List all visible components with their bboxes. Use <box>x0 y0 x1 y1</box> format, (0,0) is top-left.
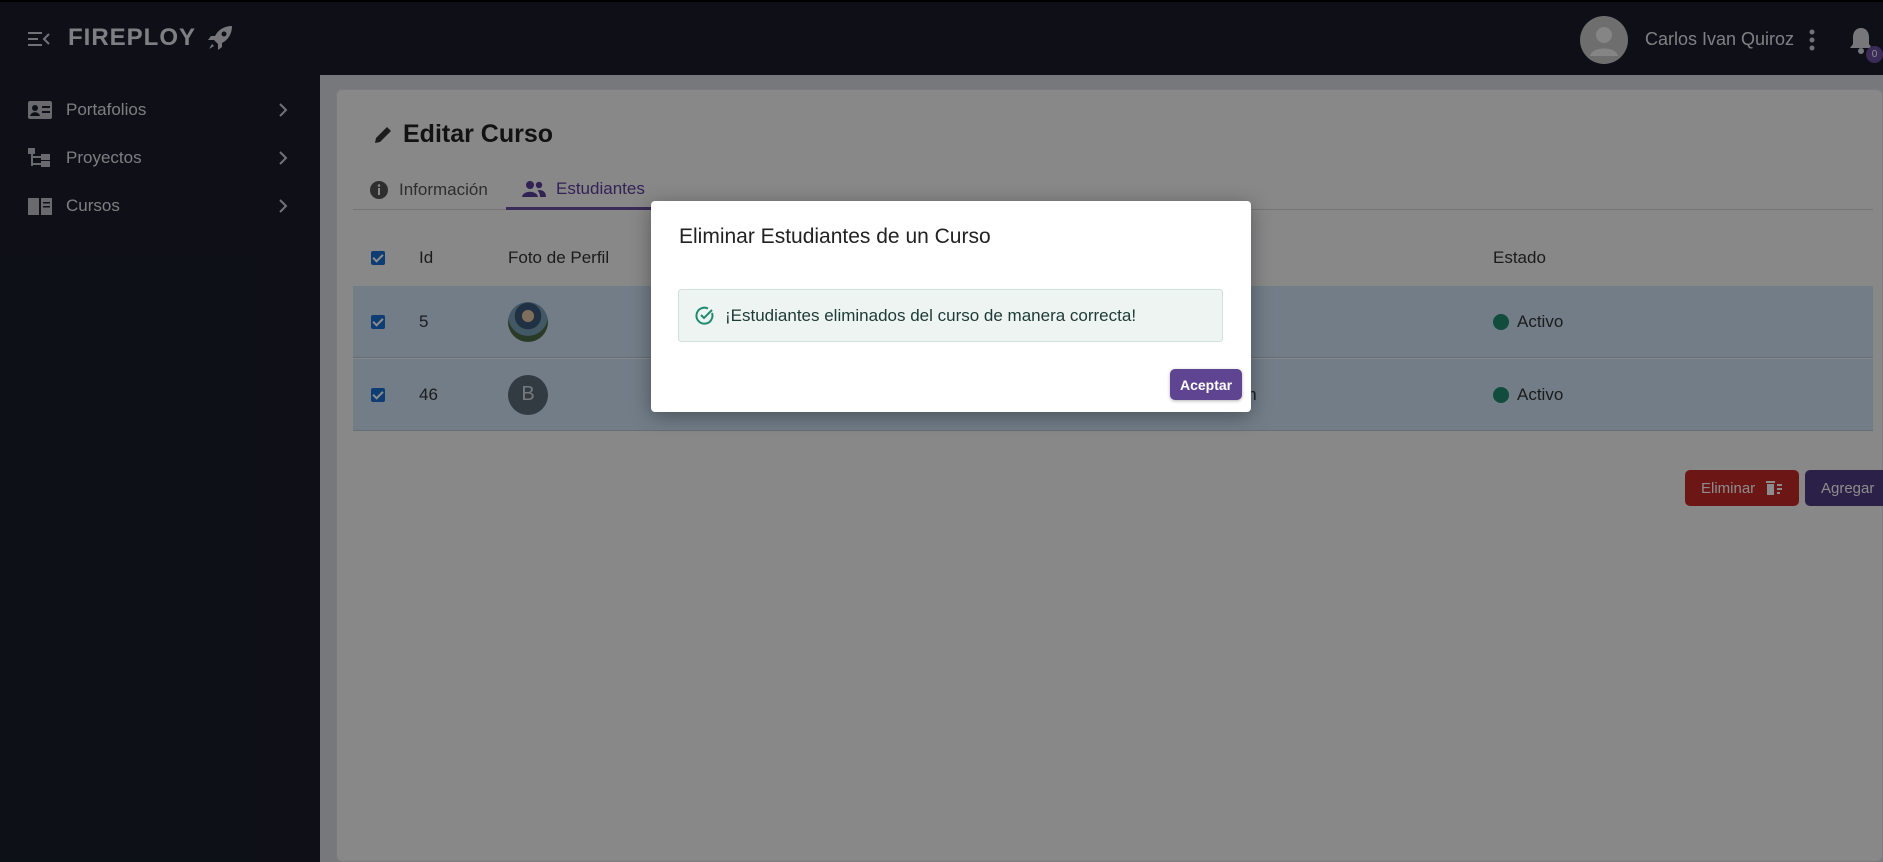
modal-backdrop[interactable] <box>0 0 1883 862</box>
success-alert: ¡Estudiantes eliminados del curso de man… <box>678 289 1223 342</box>
alert-message: ¡Estudiantes eliminados del curso de man… <box>725 305 1137 325</box>
accept-button[interactable]: Aceptar <box>1170 369 1243 400</box>
dialog-title: Eliminar Estudiantes de un Curso <box>679 225 991 248</box>
check-circle-icon <box>695 306 714 325</box>
confirmation-dialog: Eliminar Estudiantes de un Curso ¡Estudi… <box>651 201 1251 412</box>
